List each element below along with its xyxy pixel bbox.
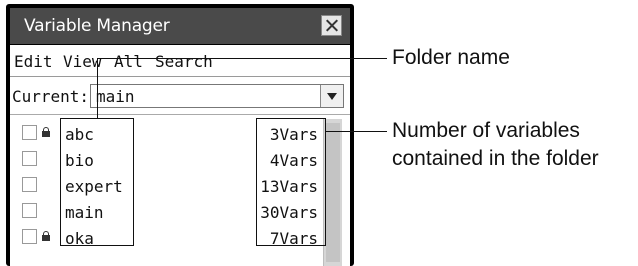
variable-count-leader — [326, 131, 387, 132]
variable-count-annotation-line1: Number of variables — [392, 119, 580, 142]
menu-edit[interactable]: Edit — [14, 52, 53, 71]
chevron-down-icon[interactable] — [320, 85, 343, 107]
window-title: Variable Manager — [24, 16, 170, 36]
folder-name-leader — [97, 58, 387, 59]
menu-view[interactable]: View — [63, 52, 102, 71]
folder-checkbox[interactable] — [22, 203, 37, 218]
variable-count-highlight — [256, 118, 326, 246]
menu-search[interactable]: Search — [155, 52, 213, 71]
current-folder-row: Current: main — [10, 77, 350, 115]
lock-icon — [42, 127, 50, 137]
folder-checkbox[interactable] — [22, 229, 37, 244]
variable-count-annotation-line2: contained in the folder — [392, 147, 599, 170]
current-label: Current: — [12, 87, 90, 106]
folder-checkbox[interactable] — [22, 125, 37, 140]
title-bar: Variable Manager — [10, 8, 350, 44]
folder-checkbox[interactable] — [22, 177, 37, 192]
menu-all[interactable]: All — [114, 52, 143, 71]
folder-checkbox[interactable] — [22, 151, 37, 166]
close-icon[interactable] — [321, 15, 342, 36]
scrollbar-thumb[interactable] — [326, 123, 340, 262]
lock-icon — [42, 231, 50, 241]
folder-name-leader-vertical — [97, 58, 98, 118]
menu-bar: Edit View All Search — [10, 45, 350, 77]
folder-name-annotation: Folder name — [392, 46, 510, 69]
folder-name-highlight — [60, 118, 134, 246]
current-folder-select[interactable]: main — [90, 84, 344, 108]
current-folder-value: main — [96, 87, 135, 106]
